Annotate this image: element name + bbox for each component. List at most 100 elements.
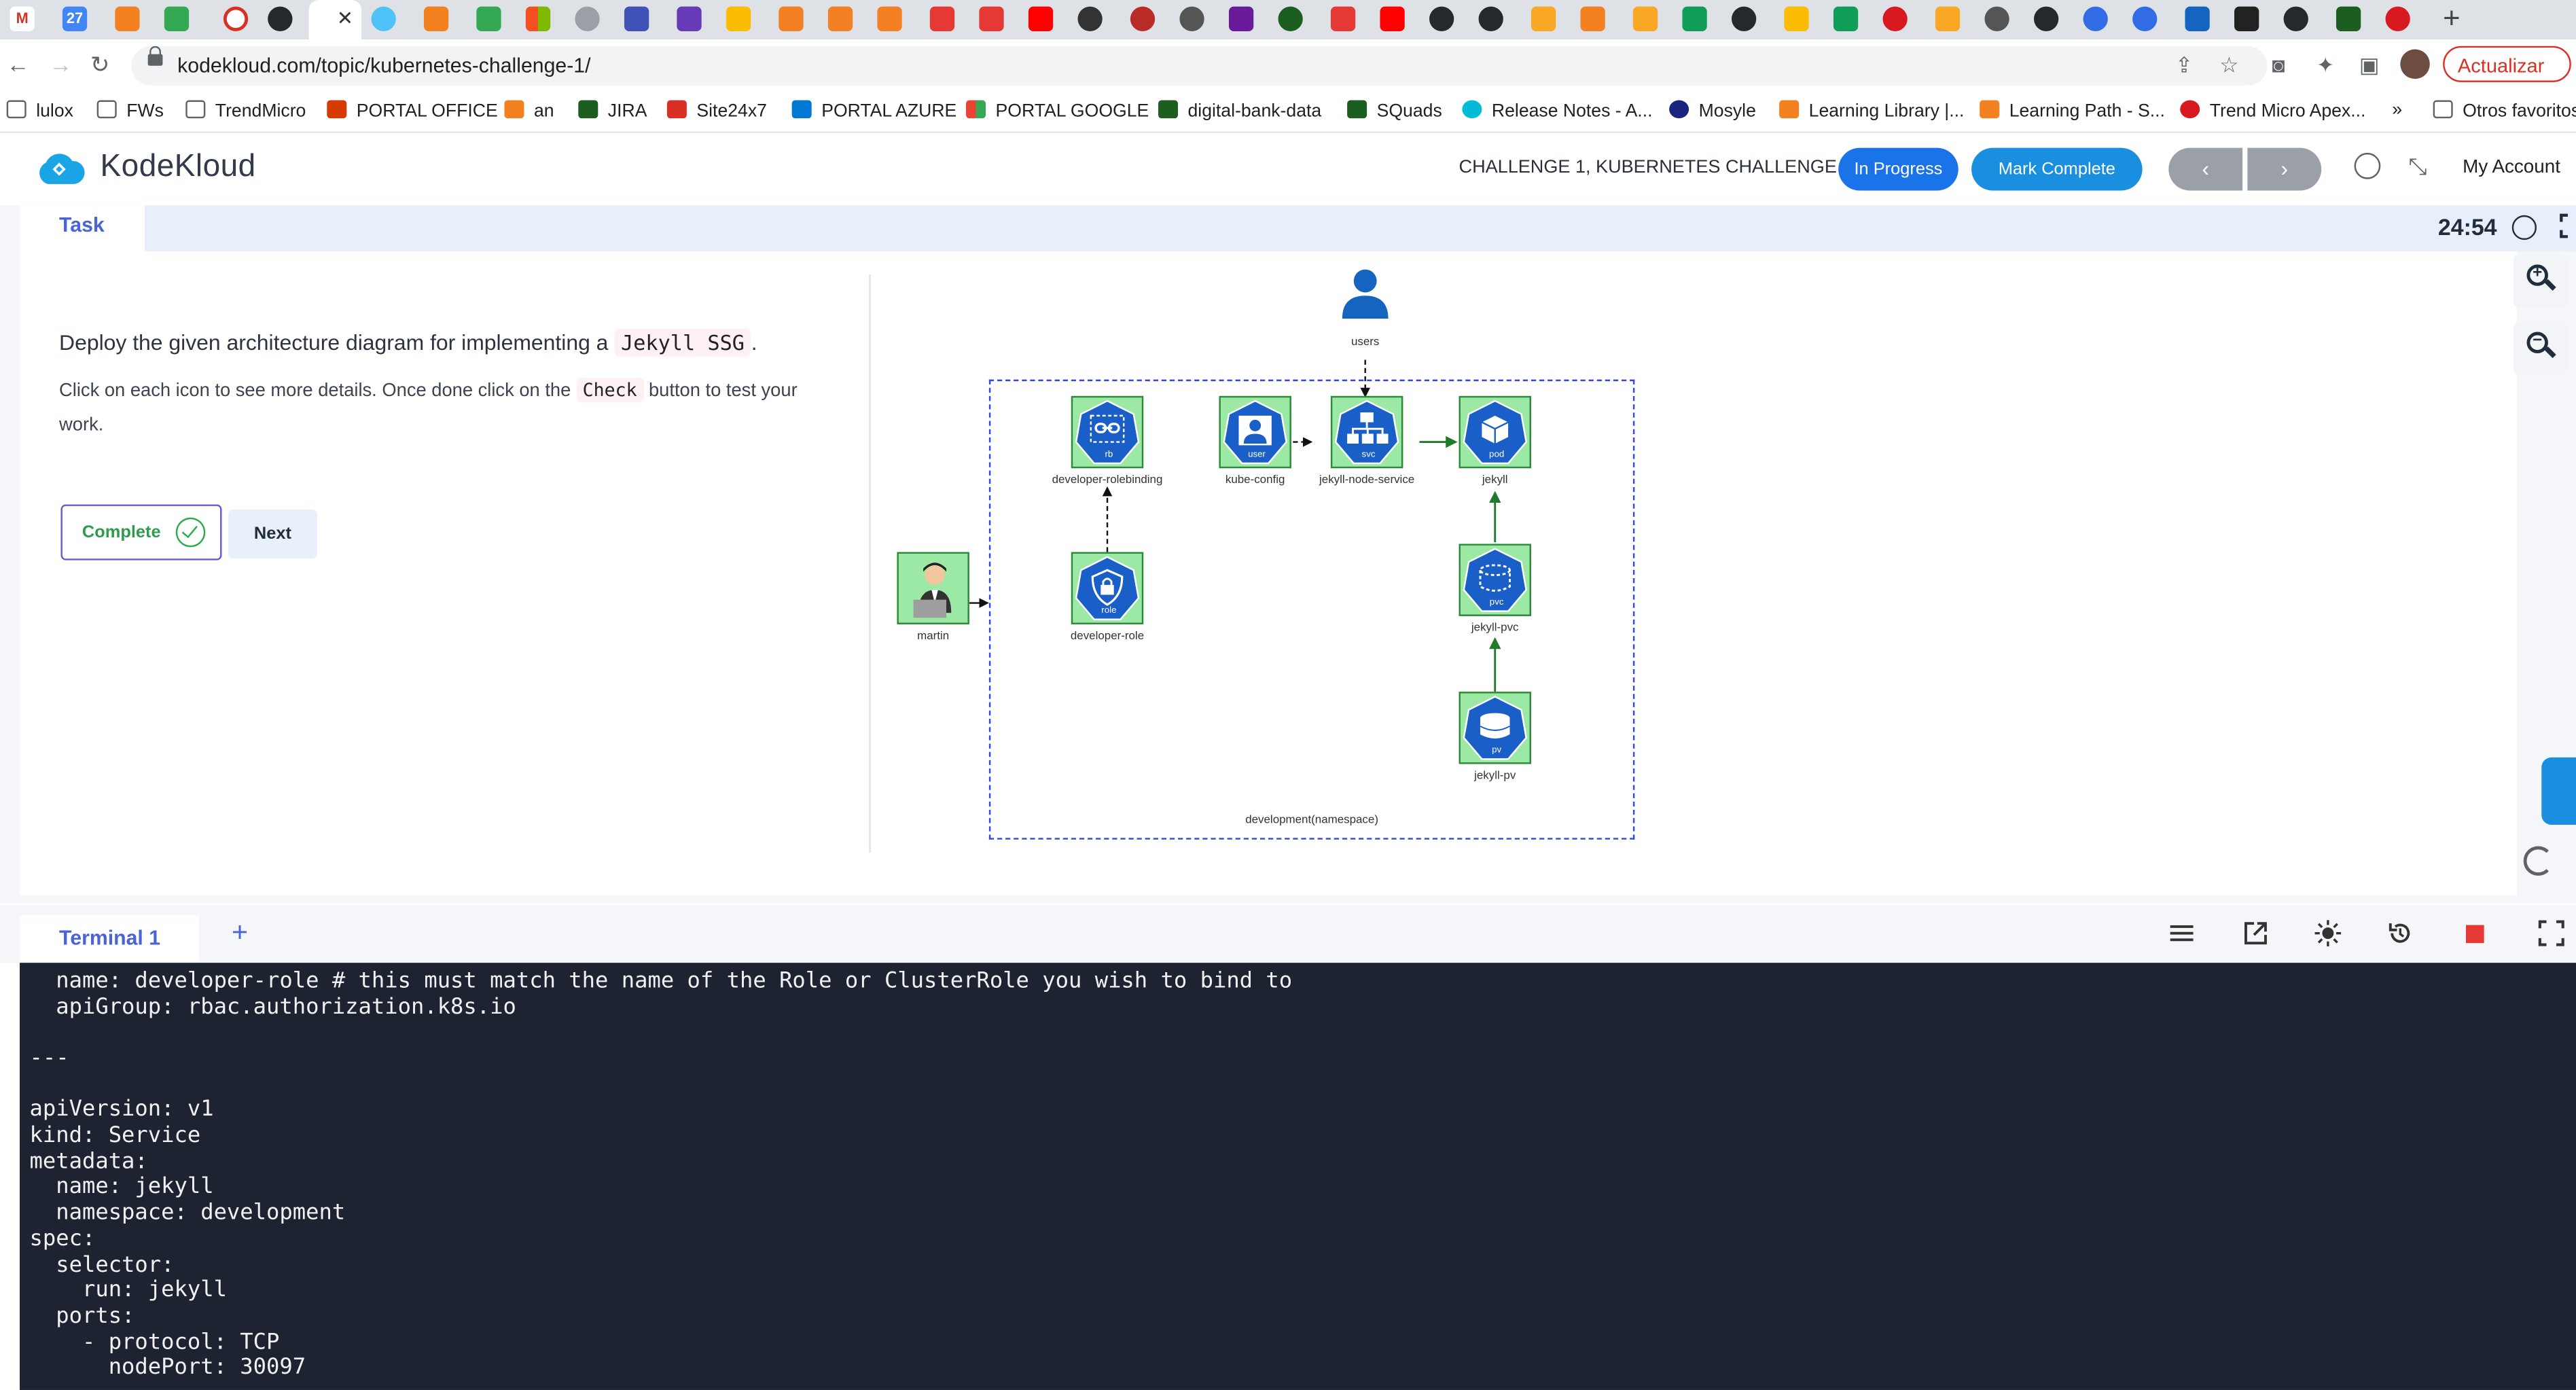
rolebinding-node[interactable]: rb (1071, 395, 1144, 469)
chat-icon[interactable] (2541, 757, 2576, 825)
zoom-in-button[interactable]: + (2514, 254, 2566, 308)
menu-icon[interactable] (2168, 920, 2195, 946)
url-text[interactable]: kodekloud.com/topic/kubernetes-challenge… (177, 54, 590, 77)
brightness-icon[interactable] (2314, 920, 2342, 946)
bookmark-item[interactable]: Otros favoritos (2433, 100, 2576, 122)
pvc-node[interactable]: pvc (1459, 543, 1531, 616)
active-tab[interactable]: ✕ (308, 0, 362, 40)
fullscreen-icon[interactable] (2560, 213, 2576, 238)
bookmark-item[interactable]: Mosyle (1669, 100, 1756, 122)
aws-tab-icon[interactable] (827, 6, 853, 31)
back-icon[interactable]: ← (7, 51, 30, 77)
bookmark-item[interactable]: Trend Micro Apex... (2180, 100, 2365, 122)
meet-tab-icon[interactable] (164, 6, 190, 31)
apple-tab-icon[interactable] (1179, 6, 1204, 31)
app-tab-icon[interactable] (2336, 6, 2361, 31)
youtube-tab-icon[interactable] (1028, 6, 1054, 31)
next-button[interactable]: Next (228, 509, 317, 559)
book-tab-icon[interactable] (1935, 6, 1961, 31)
github-tab-icon[interactable] (1429, 6, 1454, 31)
update-button[interactable]: Actualizar ⋮ (2443, 46, 2571, 113)
globe-tab-icon[interactable] (1984, 6, 2009, 31)
bookmark-item[interactable]: PORTAL AZURE (791, 100, 956, 122)
camera-icon[interactable]: ◙ (2272, 52, 2285, 77)
helm-tab-icon[interactable] (2132, 6, 2158, 31)
cube-tab-icon[interactable] (115, 6, 140, 31)
extensions-icon[interactable]: ✦ (2316, 52, 2334, 79)
tab-terminal-1[interactable]: Terminal 1 (20, 915, 199, 963)
github-tab-icon[interactable] (1478, 6, 1503, 31)
bookmark-item[interactable]: Release Notes - A... (1462, 100, 1652, 122)
helm-tab-icon[interactable] (2083, 6, 2108, 31)
terminal-fullscreen-icon[interactable] (2538, 920, 2564, 946)
my-account-link[interactable]: My Account (2463, 158, 2560, 177)
bookmark-item[interactable]: digital-bank-data (1158, 100, 1321, 122)
zoho-tab-icon[interactable] (979, 6, 1004, 31)
share-icon[interactable]: ⇪ (2175, 52, 2193, 79)
pod-node[interactable]: pod (1459, 395, 1531, 469)
reload-icon[interactable]: ↻ (90, 51, 109, 79)
bookmark-item[interactable]: Learning Path - S... (1980, 100, 2165, 122)
bookmark-item[interactable]: PORTAL OFFICE (327, 100, 498, 122)
tab-close-icon[interactable]: ✕ (337, 7, 353, 30)
history-icon[interactable] (2387, 920, 2414, 946)
app-tab-icon[interactable] (2234, 6, 2259, 31)
role-node[interactable]: role (1071, 552, 1144, 624)
trend-tab-icon[interactable] (1882, 6, 1908, 31)
github-tab-icon[interactable] (268, 6, 293, 31)
github-tab-icon[interactable] (1731, 6, 1757, 31)
bookmark-item[interactable]: lulox (6, 100, 73, 122)
kube-config-node[interactable]: user (1219, 395, 1291, 469)
profile-avatar[interactable] (2400, 49, 2430, 79)
book-tab-icon[interactable] (1531, 6, 1556, 31)
sidepanel-icon[interactable]: ▣ (2359, 52, 2380, 79)
mark-complete-button[interactable]: Mark Complete (1971, 147, 2143, 191)
bookmark-item[interactable]: PORTAL GOOGLE (966, 100, 1149, 122)
service-node[interactable]: svc (1330, 395, 1403, 469)
github-tab-icon[interactable] (2283, 6, 2308, 31)
tab-task[interactable]: Task (20, 205, 145, 252)
windows-tab-icon[interactable] (525, 6, 551, 31)
refresh-icon[interactable] (2523, 846, 2554, 876)
forms-tab-icon[interactable] (677, 6, 702, 31)
terminal-output[interactable]: name: developer-role # this must match t… (20, 963, 2576, 1390)
users-icon[interactable] (1340, 266, 1390, 319)
meet-tab-icon[interactable] (476, 6, 501, 31)
aws-tab-icon[interactable] (877, 6, 902, 31)
stop-icon[interactable] (2466, 925, 2484, 944)
book-tab-icon[interactable] (1632, 6, 1658, 31)
complete-button[interactable]: Complete (60, 504, 222, 560)
gmail-tab-icon[interactable]: M (10, 6, 35, 31)
bookmark-item[interactable]: Learning Library |... (1779, 100, 1964, 122)
app-tab-icon[interactable] (929, 6, 955, 31)
globe-tab-icon[interactable] (575, 6, 600, 31)
dark-mode-icon[interactable] (2354, 152, 2381, 179)
lock-icon[interactable] (147, 46, 163, 66)
next-lesson-button[interactable]: › (2247, 147, 2322, 191)
record-tab-icon[interactable] (223, 6, 249, 31)
forward-icon[interactable]: → (50, 51, 73, 77)
sheets-tab-icon[interactable] (1833, 6, 1859, 31)
zoom-out-button[interactable]: − (2514, 322, 2566, 375)
fork-tab-icon[interactable] (624, 6, 649, 31)
calendar-tab-icon[interactable]: 27 (62, 6, 88, 31)
logo-text[interactable]: KodeKloud (101, 149, 256, 185)
pv-node[interactable]: pv (1459, 692, 1531, 764)
add-terminal-icon[interactable]: + (232, 916, 248, 949)
aws-tab-icon[interactable] (779, 6, 804, 31)
shirt-tab-icon[interactable] (2185, 6, 2210, 31)
slides-tab-icon[interactable] (1784, 6, 1809, 31)
youtube-tab-icon[interactable] (1380, 6, 1405, 31)
omnibox[interactable]: kodekloud.com/topic/kubernetes-challenge… (131, 46, 2268, 86)
bookmark-item[interactable]: an (504, 100, 554, 122)
bookmark-item[interactable]: FWs (96, 100, 164, 122)
bookmark-star-icon[interactable]: ☆ (2219, 52, 2238, 79)
new-tab-icon[interactable]: + (2443, 0, 2460, 36)
sheets-tab-icon[interactable] (1682, 6, 1707, 31)
drive-tab-icon[interactable] (726, 6, 751, 31)
bookmark-item[interactable]: SQuads (1347, 100, 1442, 122)
bookmark-item[interactable]: JIRA (578, 100, 647, 122)
trend-tab-icon[interactable] (2385, 6, 2410, 31)
zoho-tab-icon[interactable] (1330, 6, 1356, 31)
quora-tab-icon[interactable] (1130, 6, 1156, 31)
